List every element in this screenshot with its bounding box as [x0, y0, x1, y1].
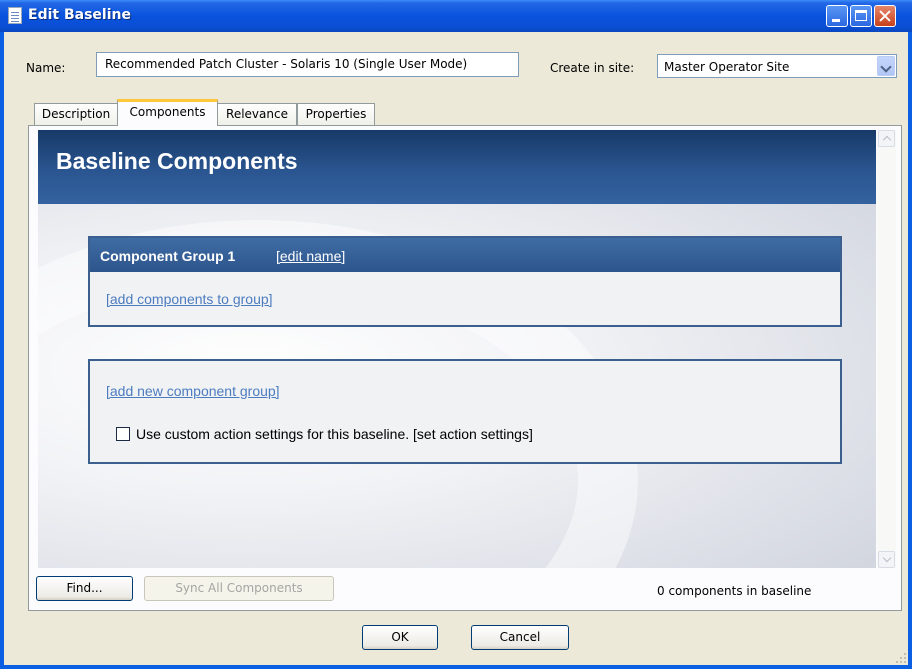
component-group-title: Component Group 1	[100, 248, 236, 264]
maximize-icon[interactable]	[850, 5, 872, 27]
tab-properties[interactable]: Properties	[297, 103, 375, 125]
vertical-scrollbar[interactable]	[877, 130, 896, 568]
chevron-down-icon[interactable]	[877, 56, 895, 76]
tab-relevance[interactable]: Relevance	[217, 103, 297, 125]
scroll-up-icon[interactable]	[878, 130, 895, 147]
custom-action-checkbox[interactable]	[116, 427, 130, 441]
tab-description[interactable]: Description	[34, 103, 118, 125]
baseline-components-view: Baseline Components Component Group 1 [e…	[38, 130, 876, 568]
close-icon[interactable]	[874, 5, 896, 27]
scroll-down-icon[interactable]	[878, 551, 895, 568]
edit-name-link[interactable]: [edit name]	[276, 248, 345, 264]
ok-button[interactable]: OK	[362, 625, 438, 650]
minimize-icon[interactable]	[826, 5, 848, 27]
resize-grip-icon[interactable]	[894, 651, 906, 663]
site-select-value: Master Operator Site	[664, 60, 790, 74]
title-bar[interactable]: Edit Baseline	[0, 0, 912, 32]
cancel-button[interactable]: Cancel	[471, 625, 569, 650]
tab-components[interactable]: Components	[117, 99, 218, 126]
edit-baseline-window: Edit Baseline Name: Recommended Patch Cl…	[0, 0, 912, 669]
window-title: Edit Baseline	[28, 7, 131, 23]
create-in-site-select[interactable]: Master Operator Site	[657, 54, 897, 78]
add-component-group-link[interactable]: [add new component group]	[106, 383, 280, 399]
content-header: Baseline Components	[38, 130, 876, 204]
find-button[interactable]: Find...	[36, 576, 133, 601]
custom-action-label[interactable]: Use custom action settings for this base…	[136, 426, 533, 442]
create-in-site-label: Create in site:	[550, 61, 635, 75]
document-icon	[8, 7, 22, 24]
name-field[interactable]: Recommended Patch Cluster - Solaris 10 (…	[96, 52, 519, 77]
add-components-link[interactable]: [add components to group]	[106, 291, 273, 307]
page-title: Baseline Components	[56, 148, 298, 174]
components-tab-panel: Baseline Components Component Group 1 [e…	[28, 125, 902, 611]
component-count: 0 components in baseline	[657, 584, 812, 598]
component-group-header: Component Group 1 [edit name]	[90, 238, 840, 272]
baseline-actions-box: [add new component group] Use custom act…	[88, 359, 842, 464]
dialog-body: Name: Recommended Patch Cluster - Solari…	[4, 32, 908, 665]
name-label: Name:	[26, 61, 66, 75]
component-group: Component Group 1 [edit name] [add compo…	[88, 236, 842, 327]
sync-all-components-button[interactable]: Sync All Components	[144, 576, 334, 601]
